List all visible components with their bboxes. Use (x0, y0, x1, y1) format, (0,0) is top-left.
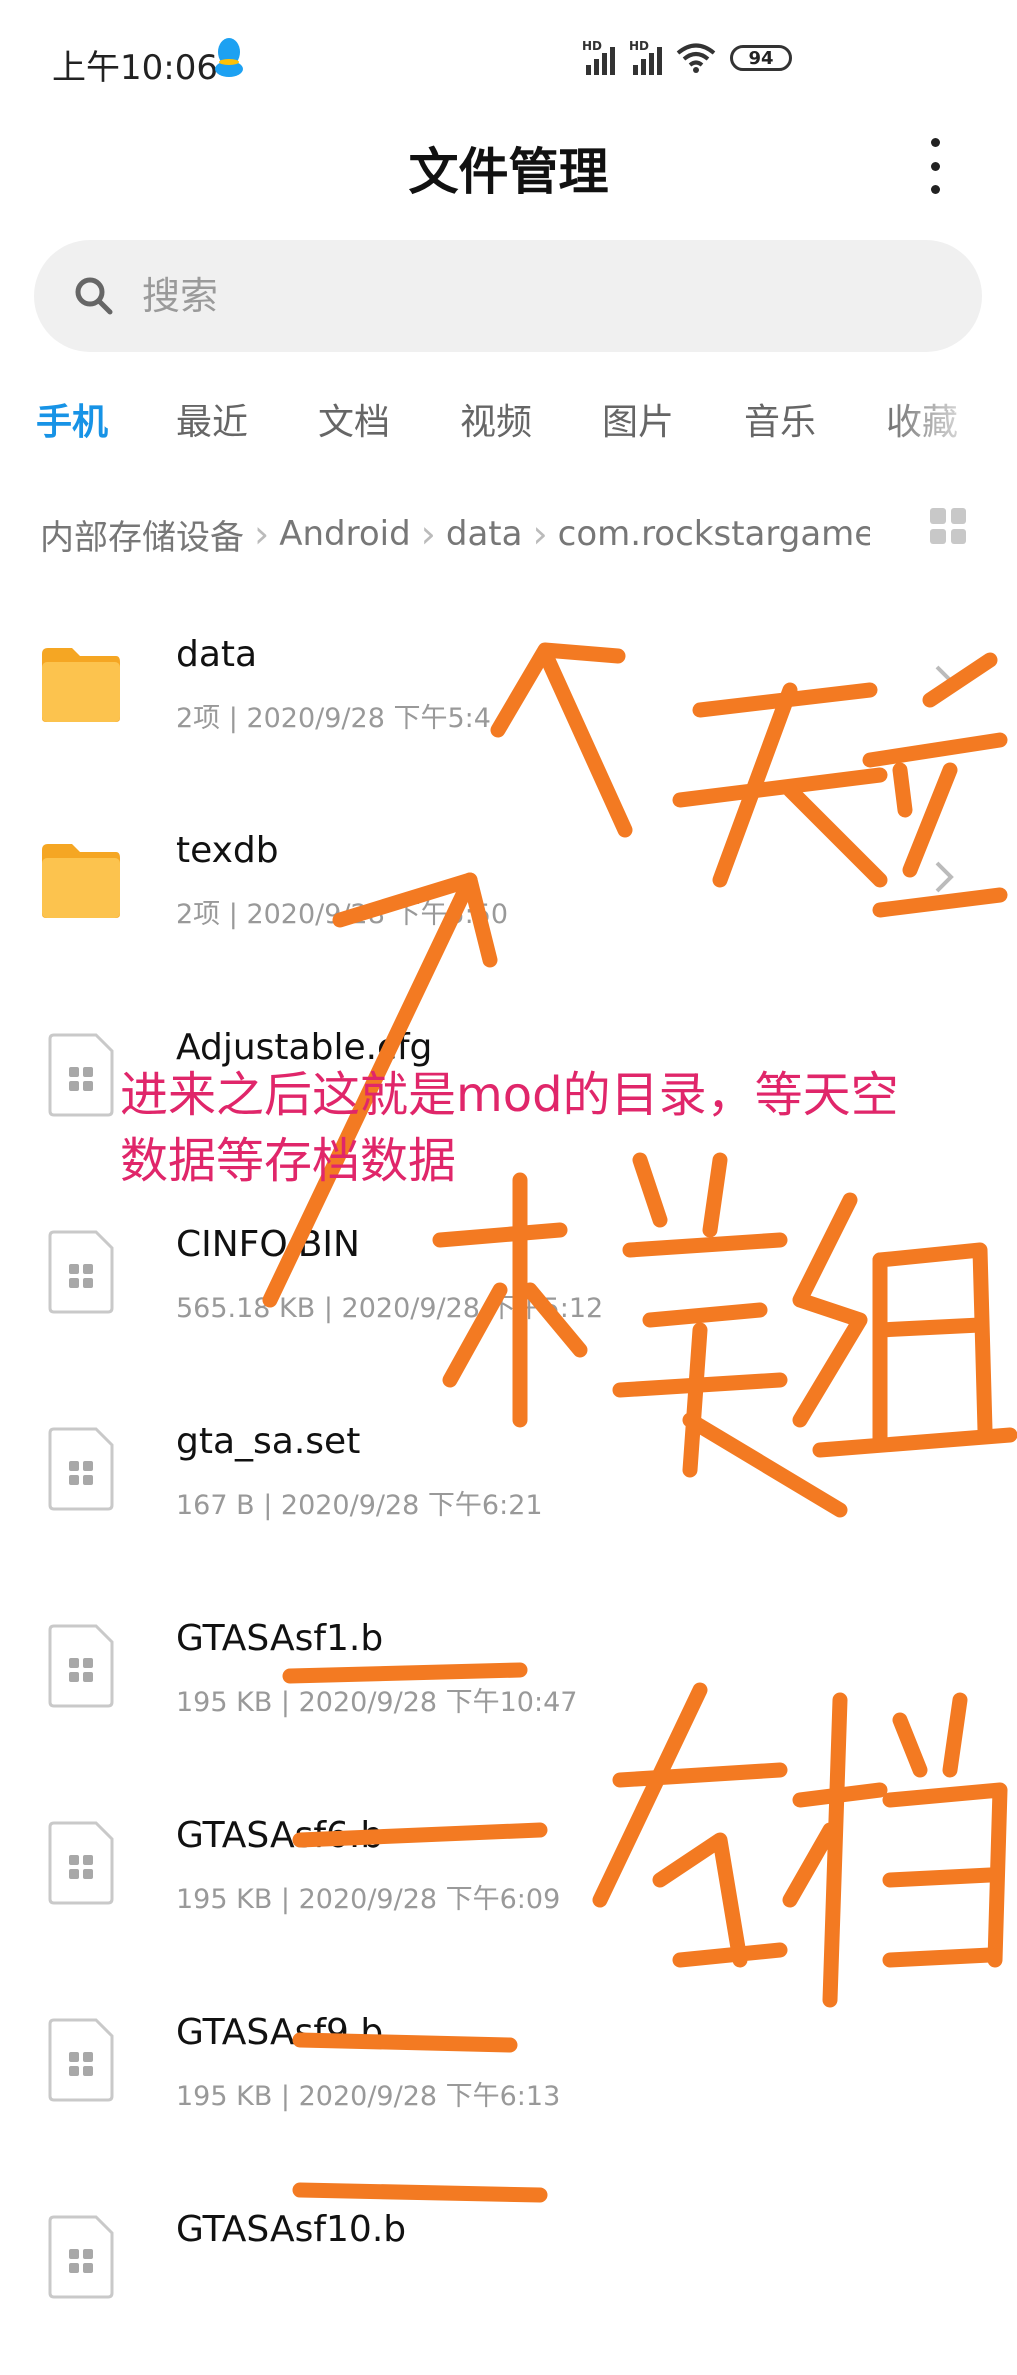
status-indicators: HD HD 94 (582, 38, 792, 78)
file-icon (48, 2018, 114, 2102)
list-item[interactable]: texdb 2项 | 2020/9/28 下午5:50 (0, 816, 1017, 996)
tab-documents[interactable]: 文档 (318, 393, 390, 445)
tab-phone[interactable]: 手机 (36, 393, 108, 445)
file-meta: 195 KB | 2020/9/28 下午6:13 (176, 2081, 561, 2112)
tab-videos[interactable]: 视频 (460, 393, 532, 445)
tabs-fade (880, 380, 1017, 470)
file-icon (48, 1033, 114, 1117)
file-meta: 2项 | 2020/9/28 下午5:4 (176, 703, 491, 734)
list-item[interactable]: GTASAsf1.b 195 KB | 2020/9/28 下午10:47 (0, 1604, 1017, 1784)
file-meta: 2项 | 2020/9/28 下午5:50 (176, 899, 509, 930)
folder-icon (42, 844, 120, 918)
battery-indicator: 94 (730, 45, 792, 71)
more-vertical-icon[interactable] (920, 138, 950, 194)
annotation-note: 进来之后这就是mod的目录，等天空数据等存档数据 (120, 1067, 899, 1189)
breadcrumb-item[interactable]: data (446, 514, 523, 554)
signal-icon: HD (582, 39, 615, 75)
chevron-right-icon: › (254, 512, 270, 556)
breadcrumb-item[interactable]: Android (279, 514, 410, 554)
file-icon (48, 1821, 114, 1905)
chevron-right-icon: › (420, 512, 436, 556)
file-name: CINFO.BIN (176, 1224, 360, 1265)
list-item[interactable]: GTASAsf10.b (0, 2195, 1017, 2375)
chevron-right-icon (935, 665, 954, 697)
file-name: GTASAsf1.b (176, 1618, 384, 1659)
file-meta: 195 KB | 2020/9/28 下午6:09 (176, 1884, 561, 1915)
file-name: GTASAsf6.b (176, 1815, 384, 1856)
file-name: GTASAsf9.b (176, 2012, 384, 2053)
search-placeholder: 搜索 (142, 274, 219, 318)
wifi-icon (676, 43, 716, 73)
file-icon (48, 1230, 114, 1314)
file-meta: 167 B | 2020/9/28 下午6:21 (176, 1490, 543, 1521)
tab-images[interactable]: 图片 (602, 393, 674, 445)
status-bar: 上午10:06 HD HD 94 (0, 0, 1017, 120)
file-name: gta_sa.set (176, 1421, 361, 1462)
tab-music[interactable]: 音乐 (744, 393, 816, 445)
file-icon (48, 1427, 114, 1511)
file-icon (48, 1624, 114, 1708)
list-item[interactable]: data 2项 | 2020/9/28 下午5:4 (0, 620, 1017, 800)
search-icon (75, 277, 113, 315)
chevron-right-icon (935, 861, 954, 893)
list-item[interactable]: GTASAsf6.b 195 KB | 2020/9/28 下午6:09 (0, 1801, 1017, 1981)
file-name: data (176, 634, 258, 675)
file-name: GTASAsf10.b (176, 2209, 407, 2250)
file-icon (48, 2215, 114, 2299)
qq-icon (215, 38, 243, 77)
chevron-right-icon: › (532, 512, 548, 556)
list-item[interactable]: gta_sa.set 167 B | 2020/9/28 下午6:21 (0, 1407, 1017, 1587)
list-item[interactable]: GTASAsf9.b 195 KB | 2020/9/28 下午6:13 (0, 1998, 1017, 2178)
status-time: 上午10:06 (52, 48, 218, 88)
tab-recent[interactable]: 最近 (176, 393, 248, 445)
page-title: 文件管理 (408, 143, 609, 201)
search-input[interactable]: 搜索 (34, 240, 982, 352)
breadcrumb-item[interactable]: 内部存储设备 (40, 510, 244, 559)
list-item[interactable]: CINFO.BIN 565.18 KB | 2020/9/28 下午5:12 (0, 1210, 1017, 1390)
signal-icon: HD (629, 39, 662, 75)
file-meta: 565.18 KB | 2020/9/28 下午5:12 (176, 1293, 604, 1324)
file-name: texdb (176, 830, 279, 871)
file-meta: 195 KB | 2020/9/28 下午10:47 (176, 1687, 578, 1718)
grid-view-icon[interactable] (930, 508, 966, 544)
breadcrumb: 内部存储设备 › Android › data › com.rockstarga… (40, 504, 870, 564)
breadcrumb-item[interactable]: com.rockstargames (558, 514, 870, 554)
folder-icon (42, 648, 120, 722)
